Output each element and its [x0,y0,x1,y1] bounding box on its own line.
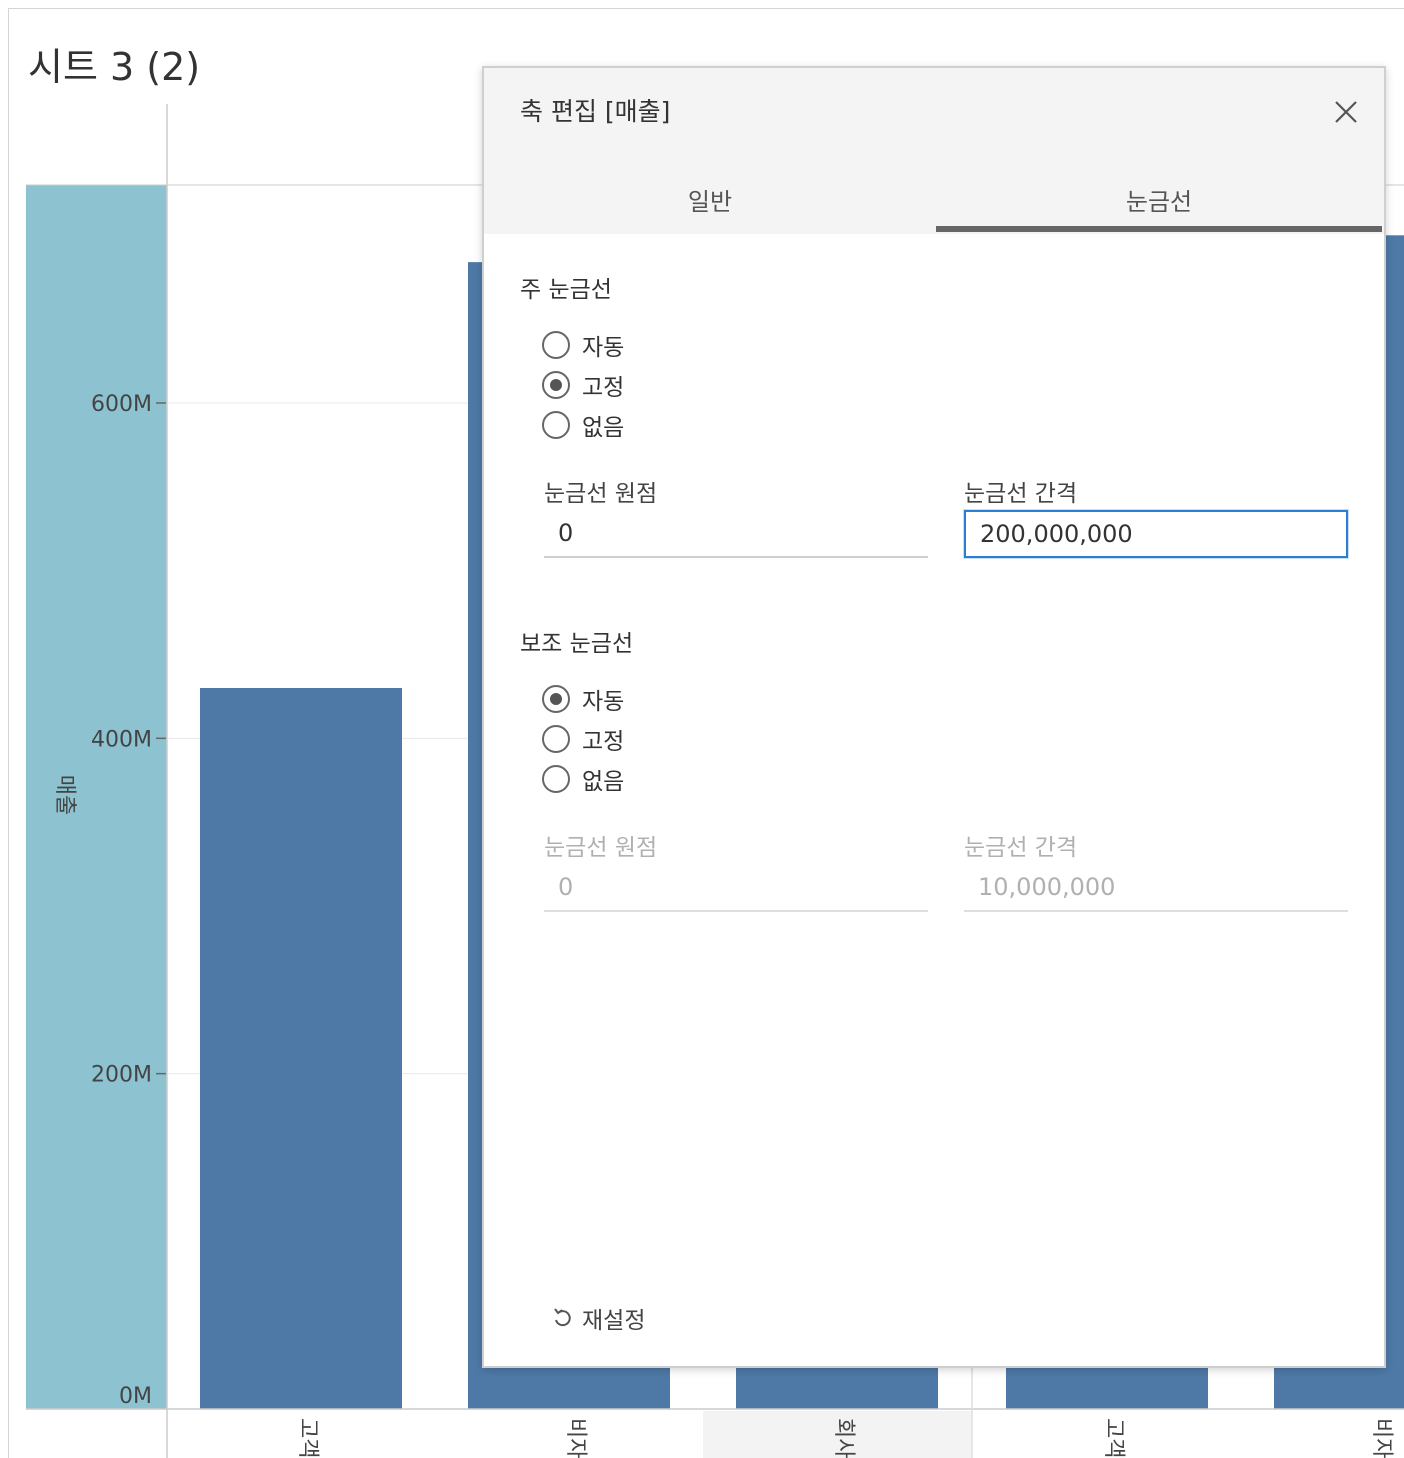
major-ticks-title: 주 눈금선 [520,277,612,303]
major-interval-input[interactable] [964,510,1348,558]
major-origin-input[interactable] [544,510,928,558]
category-gap [670,1366,736,1409]
x-category-label: 회사 [831,1418,856,1458]
major-radio-auto[interactable]: 자동 [542,328,624,362]
major-radio-fixed[interactable]: 고정 [542,368,624,402]
x-category-label: 비자 [1369,1418,1394,1458]
dialog-title: 축 편집 [매출] [520,97,671,126]
reset-label: 재설정 [582,1308,646,1334]
selected-tab-indicator [936,226,1382,232]
reset-button[interactable]: 재설정 [552,1302,645,1334]
minor-radio-none[interactable]: 없음 [542,762,624,796]
y-tick-label: 600M [91,392,152,417]
radio-label: 없음 [582,415,625,441]
y-tick-label: 400M [91,727,152,752]
radio-label: 고정 [582,375,625,401]
minor-radio-auto[interactable]: 자동 [542,682,624,716]
minor-origin-input [544,864,928,912]
radio-button[interactable] [542,685,570,713]
edit-axis-dialog: 축 편집 [매출] 일반 눈금선 주 눈금선 자동 고정 없음 눈금선 원점 눈… [482,66,1386,1368]
highlight-column [26,185,167,1409]
radio-label: 없음 [582,769,625,795]
x-category-label: 비자 [563,1418,588,1458]
undo-icon [554,1308,571,1327]
close-button[interactable] [1328,94,1364,130]
tab-general[interactable]: 일반 [484,164,936,234]
minor-interval-input [964,864,1348,912]
minor-ticks-title: 보조 눈금선 [520,631,634,657]
radio-label: 자동 [582,335,625,361]
y-axis-title: 매출 [52,775,77,815]
radio-button[interactable] [542,725,570,753]
close-icon [1335,101,1357,123]
y-tick-label: 0M [119,1384,152,1409]
radio-button[interactable] [542,371,570,399]
tab-tick-marks[interactable]: 눈금선 [936,164,1382,234]
bar[interactable] [200,688,402,1409]
radio-button[interactable] [542,411,570,439]
radio-label: 자동 [582,689,625,715]
radio-label: 고정 [582,729,625,755]
minor-origin-label: 눈금선 원점 [544,835,658,861]
x-category-label: 고객 [1101,1418,1126,1458]
major-origin-label: 눈금선 원점 [544,481,658,507]
minor-radio-fixed[interactable]: 고정 [542,722,624,756]
x-category-label: 고객 [295,1418,320,1458]
major-interval-label: 눈금선 간격 [964,481,1078,507]
major-radio-none[interactable]: 없음 [542,408,624,442]
y-tick-label: 200M [91,1063,152,1088]
radio-button[interactable] [542,765,570,793]
dialog-header: 축 편집 [매출] 일반 눈금선 [484,68,1384,234]
radio-button[interactable] [542,331,570,359]
minor-interval-label: 눈금선 간격 [964,835,1078,861]
